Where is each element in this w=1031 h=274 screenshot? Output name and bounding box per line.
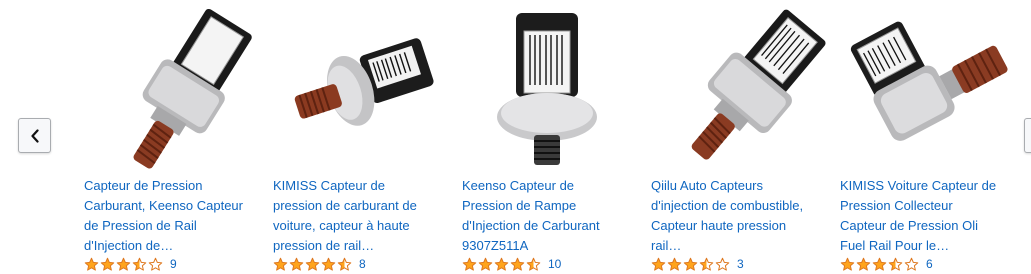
review-count[interactable]: 9 [170,257,177,271]
product-carousel: Capteur de Pression Carburant, Keenso Ca… [0,0,1031,274]
product-image[interactable] [273,5,448,170]
product-card[interactable]: Capteur de Pression Carburant, Keenso Ca… [84,0,259,274]
product-title[interactable]: Capteur de Pression Carburant, Keenso Ca… [84,176,244,256]
star-icon [100,257,115,271]
star-icon [715,257,730,271]
star-icon [478,257,493,271]
product-rating[interactable]: 9 [84,256,177,272]
star-icon [699,257,714,271]
star-icon [683,257,698,271]
product-card[interactable]: KIMISS Capteur de pression de carburant … [273,0,448,274]
product-rating[interactable]: 6 [840,256,933,272]
star-icon [289,257,304,271]
star-icon [84,257,99,271]
product-rating[interactable]: 8 [273,256,366,272]
star-rating [84,257,164,272]
star-icon [904,257,919,271]
star-icon [337,257,352,271]
product-card[interactable]: Keenso Capteur de Pression de Rampe d'In… [462,0,637,274]
star-icon [148,257,163,271]
star-icon [494,257,509,271]
star-rating [840,257,920,272]
review-count[interactable]: 10 [548,257,561,271]
star-icon [651,257,666,271]
product-title[interactable]: KIMISS Capteur de pression de carburant … [273,176,433,256]
review-count[interactable]: 8 [359,257,366,271]
product-rating[interactable]: 10 [462,256,561,272]
chevron-left-icon [30,128,39,143]
star-icon [856,257,871,271]
product-title[interactable]: Keenso Capteur de Pression de Rampe d'In… [462,176,622,256]
product-image[interactable] [651,5,826,170]
star-icon [321,257,336,271]
product-card[interactable]: Qiilu Auto Capteurs d'injection de combu… [651,0,826,274]
star-icon [840,257,855,271]
star-icon [510,257,525,271]
carousel-next-button[interactable] [1024,118,1031,153]
product-image[interactable] [840,5,1015,170]
product-title[interactable]: KIMISS Voiture Capteur de Pression Colle… [840,176,1000,256]
star-icon [526,257,541,271]
star-icon [462,257,477,271]
star-rating [462,257,542,272]
star-icon [667,257,682,271]
carousel-prev-button[interactable] [18,118,51,153]
star-rating [273,257,353,272]
star-icon [888,257,903,271]
product-rating[interactable]: 3 [651,256,744,272]
star-icon [116,257,131,271]
product-image[interactable] [462,5,637,170]
star-icon [273,257,288,271]
product-title[interactable]: Qiilu Auto Capteurs d'injection de combu… [651,176,811,256]
star-rating [651,257,731,272]
review-count[interactable]: 6 [926,257,933,271]
review-count[interactable]: 3 [737,257,744,271]
star-icon [305,257,320,271]
star-icon [872,257,887,271]
star-icon [132,257,147,271]
product-image[interactable] [84,5,259,170]
product-card[interactable]: KIMISS Voiture Capteur de Pression Colle… [840,0,1015,274]
